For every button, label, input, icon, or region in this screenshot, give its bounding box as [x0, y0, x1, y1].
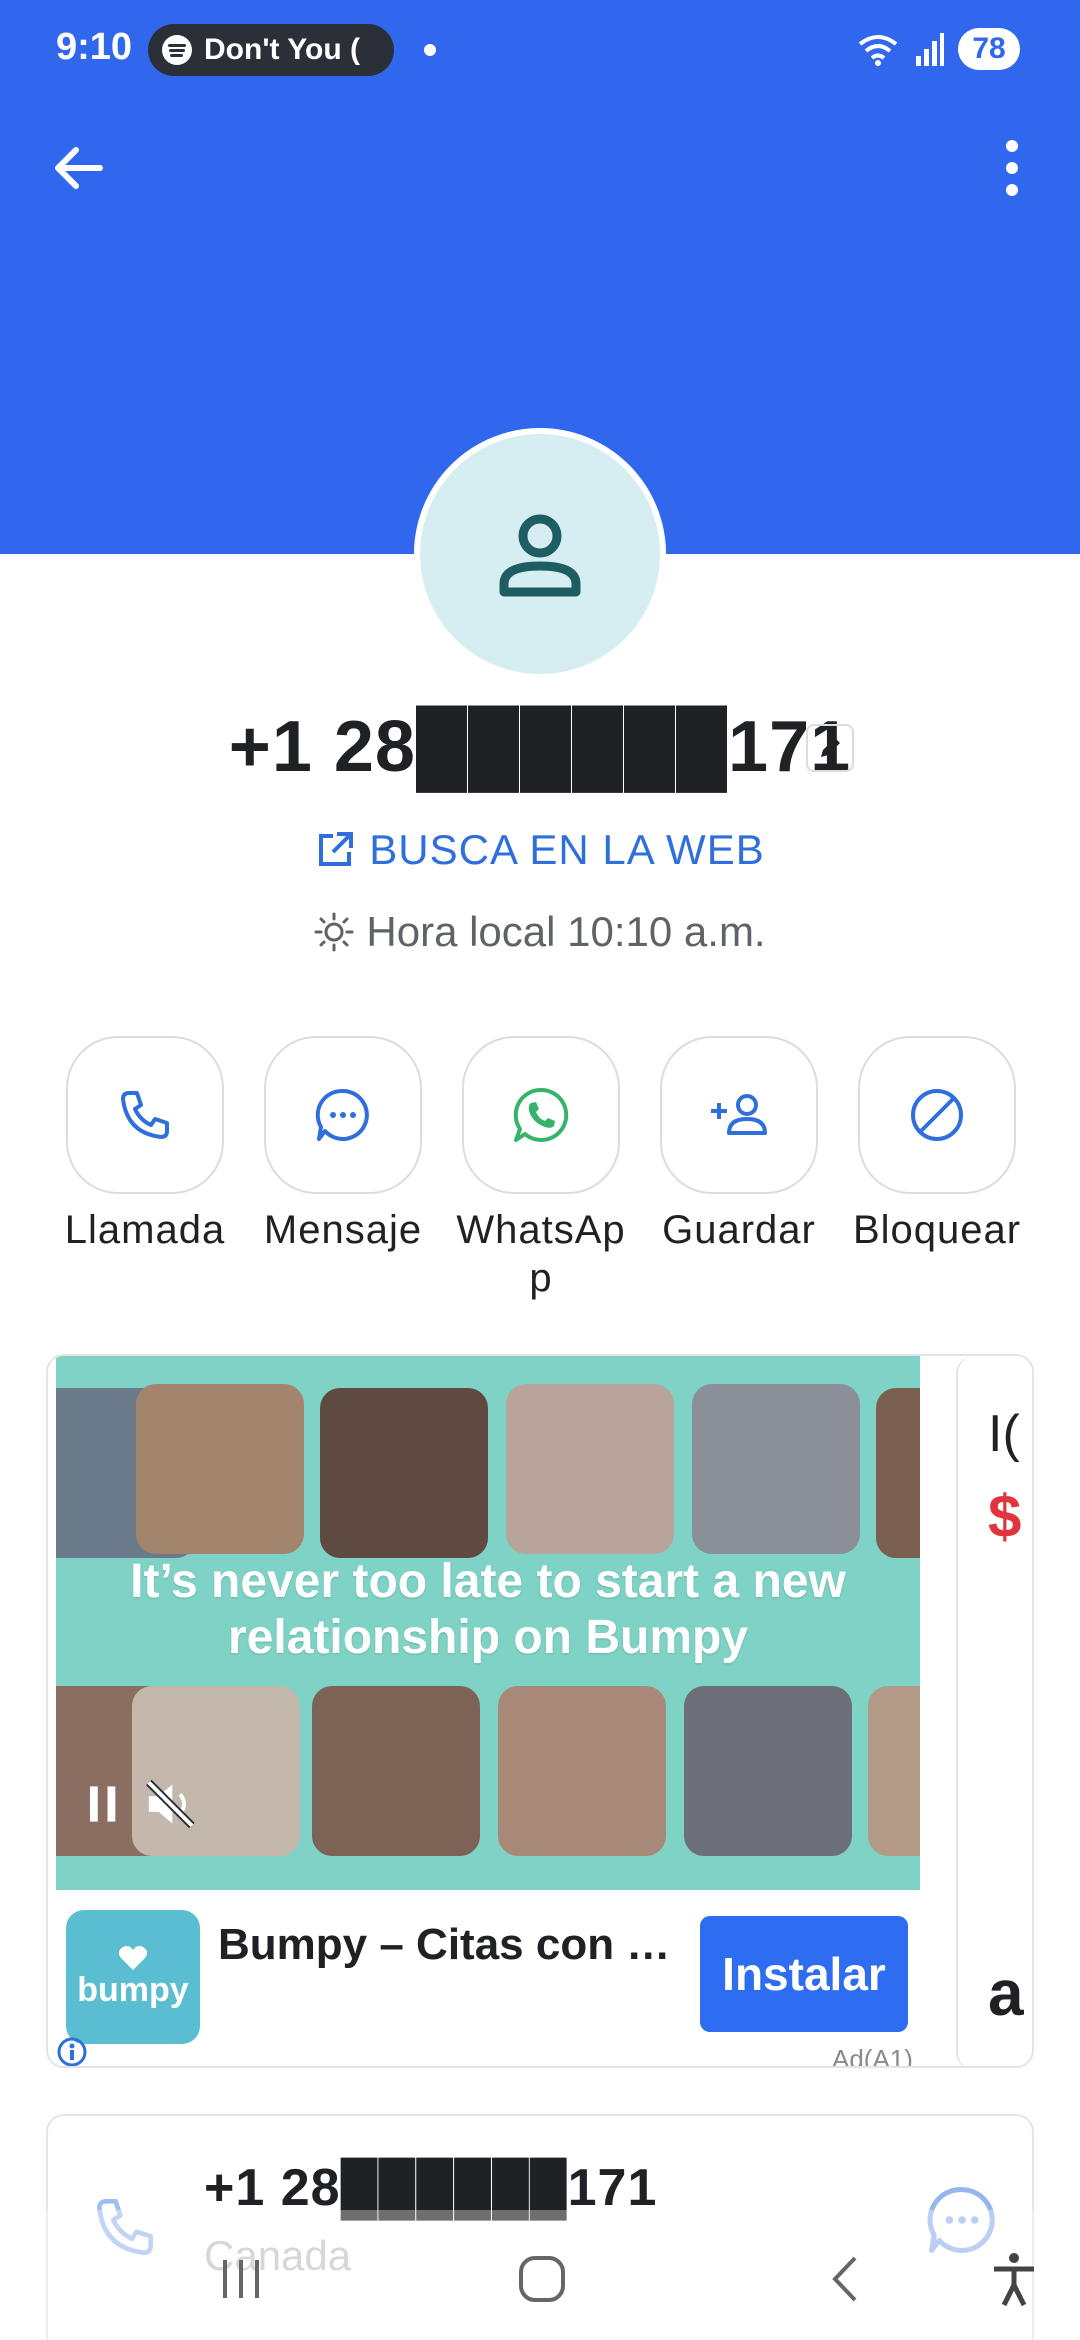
- heart-icon: [118, 1945, 148, 1970]
- call-action[interactable]: Llamada: [46, 1036, 244, 1254]
- ad-card[interactable]: It’s never too late to start a new relat…: [46, 1354, 1034, 2068]
- status-bar: 9:10 Don't You ( 78: [0, 0, 1080, 100]
- next-ad-card[interactable]: I( $ a: [956, 1356, 1032, 2066]
- wifi-icon: [858, 35, 898, 66]
- bumpy-logo: bumpy: [66, 1910, 200, 2044]
- recent-apps-button[interactable]: [202, 2244, 282, 2314]
- phone-icon: [121, 1091, 169, 1139]
- person-icon: [499, 514, 581, 597]
- ad-video[interactable]: It’s never too late to start a new relat…: [56, 1356, 920, 1890]
- info-phone-number: +1 28██████171: [204, 2159, 658, 2217]
- ad-tag: Ad(A1): [832, 2044, 913, 2068]
- save-label: Guardar: [662, 1208, 816, 1252]
- web-search-link[interactable]: BUSCA EN LA WEB: [0, 826, 1080, 874]
- whatsapp-action[interactable]: WhatsAp p: [442, 1036, 640, 1302]
- mute-icon[interactable]: [143, 1776, 198, 1832]
- whatsapp-button[interactable]: [462, 1036, 620, 1194]
- ad-info-icon[interactable]: [56, 2036, 88, 2068]
- edit-button[interactable]: [806, 724, 854, 772]
- add-person-icon: [711, 1094, 767, 1135]
- install-button[interactable]: Instalar: [700, 1916, 908, 2032]
- accessibility-icon: [994, 2253, 1034, 2307]
- local-time-text: Hora local 10:10 a.m.: [366, 908, 766, 955]
- spotify-icon: [162, 35, 192, 65]
- back-button[interactable]: [40, 128, 120, 208]
- contact-avatar: [414, 428, 666, 680]
- block-button[interactable]: [858, 1036, 1016, 1194]
- action-row: Llamada Mensaje WhatsAp p Guardar Bloque…: [0, 1036, 1080, 1336]
- bumpy-logo-text: bumpy: [77, 1970, 189, 2009]
- local-time-row: Hora local 10:10 a.m.: [0, 908, 1080, 956]
- next-ad-price: $: [988, 1483, 1022, 1550]
- accessibility-button[interactable]: [974, 2244, 1054, 2314]
- message-label: Mensaje: [263, 1208, 423, 1252]
- ad-app-name: Bumpy – Citas con …: [218, 1920, 671, 1969]
- more-options-button[interactable]: [980, 128, 1044, 208]
- block-label: Bloquear: [852, 1208, 1022, 1252]
- ad-photo: [320, 1388, 488, 1558]
- notification-dot: [424, 44, 436, 56]
- video-controls: [88, 1770, 198, 1838]
- ad-headline: It’s never too late to start a new relat…: [130, 1555, 846, 1664]
- whatsapp-label: WhatsAp p: [456, 1208, 626, 1300]
- back-arrow-icon: [55, 147, 103, 189]
- next-ad-text-bottom: a: [988, 1957, 1024, 2029]
- status-time: 9:10: [56, 26, 133, 68]
- home-button[interactable]: [502, 2244, 582, 2314]
- ad-photo: [692, 1384, 860, 1554]
- message-icon: [315, 1088, 369, 1141]
- back-nav-icon: [832, 2256, 857, 2302]
- next-ad-text: I(: [988, 1405, 1020, 1463]
- ad-photo: [876, 1388, 920, 1558]
- media-playback-chip[interactable]: Don't You (: [148, 24, 394, 76]
- ad-photo: [312, 1686, 480, 1856]
- message-button[interactable]: [264, 1036, 422, 1194]
- call-label: Llamada: [64, 1208, 226, 1252]
- ad-footer: bumpy Bumpy – Citas con … Instalar Ad(A1…: [48, 1890, 928, 2068]
- whatsapp-icon: [513, 1087, 569, 1142]
- block-action[interactable]: Bloquear: [838, 1036, 1036, 1254]
- pause-icon[interactable]: [88, 1784, 117, 1824]
- pencil-icon: [821, 738, 840, 757]
- system-nav-bar: [0, 2210, 1080, 2340]
- home-icon: [519, 2256, 565, 2302]
- contact-phone-number: +1 28██████171: [228, 707, 852, 787]
- more-vert-icon: [1006, 140, 1018, 196]
- sun-icon: [314, 912, 354, 952]
- open-external-icon: [319, 832, 354, 866]
- block-icon: [911, 1089, 963, 1141]
- ad-photo: [506, 1384, 674, 1554]
- media-track-title: Don't You (: [204, 33, 360, 66]
- battery-indicator: 78: [958, 28, 1020, 70]
- back-nav-button[interactable]: [806, 2244, 886, 2314]
- web-search-label: BUSCA EN LA WEB: [369, 826, 765, 873]
- message-action[interactable]: Mensaje: [244, 1036, 442, 1254]
- ad-photo: [136, 1384, 304, 1554]
- ad-photo: [684, 1686, 852, 1856]
- save-contact-button[interactable]: [660, 1036, 818, 1194]
- ad-photo: [498, 1686, 666, 1856]
- ad-photo: [868, 1686, 920, 1856]
- signal-icon: [916, 33, 944, 66]
- recent-apps-icon: [223, 2260, 259, 2298]
- call-button[interactable]: [66, 1036, 224, 1194]
- save-action[interactable]: Guardar: [640, 1036, 838, 1254]
